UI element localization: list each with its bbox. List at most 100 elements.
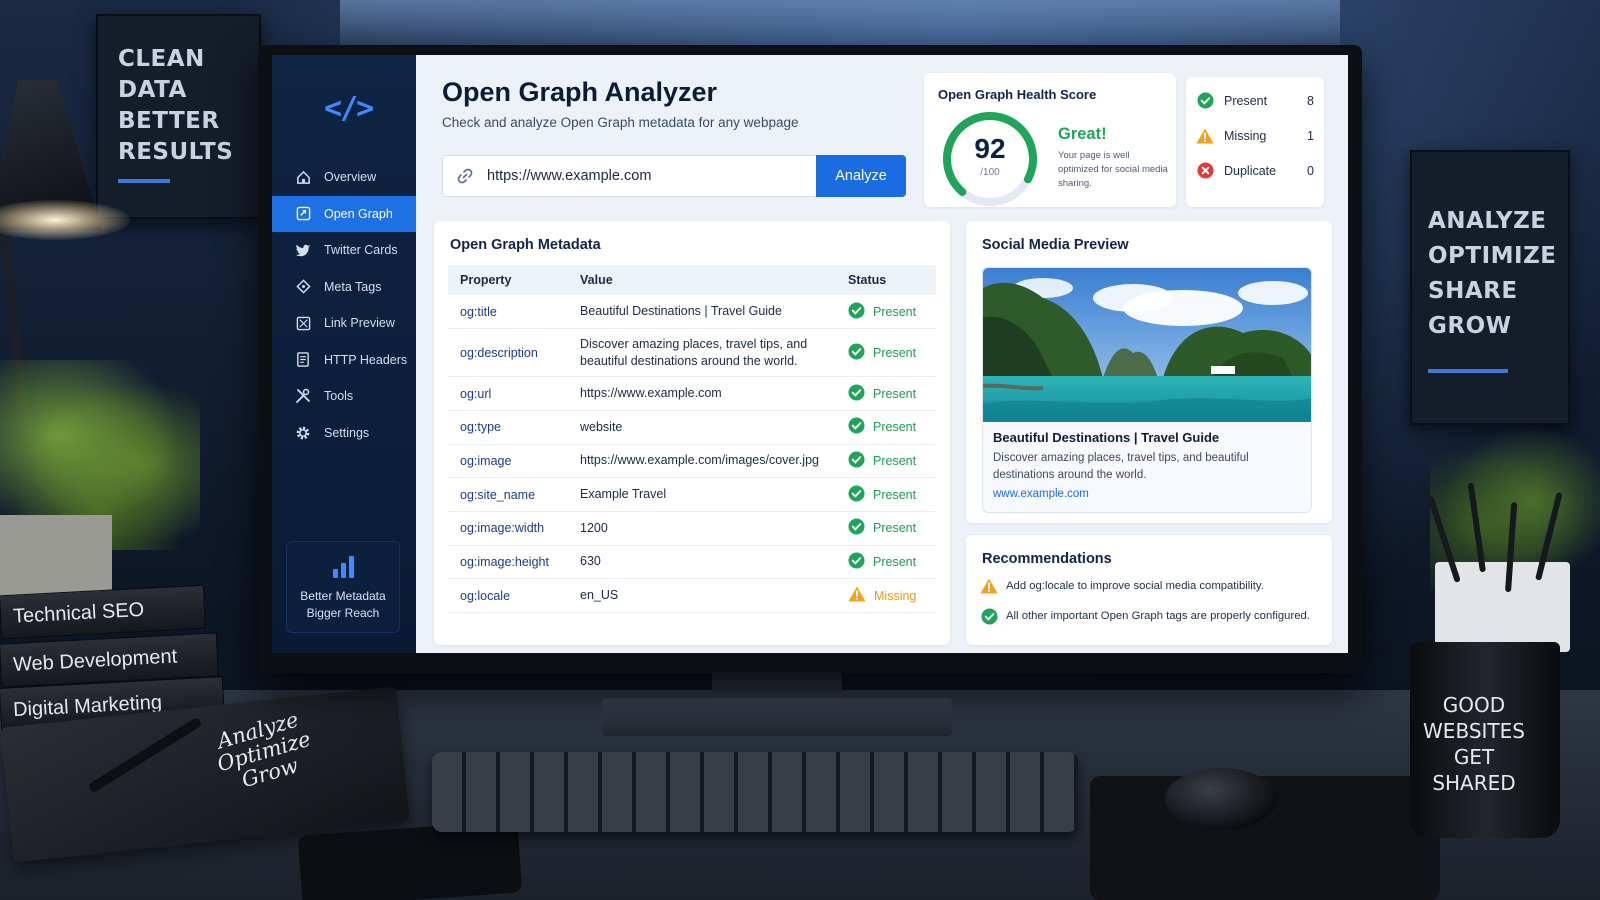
check-circle-icon [848, 343, 865, 363]
status-badge: Present [848, 552, 936, 572]
recommendation-text: All other important Open Graph tags are … [1006, 610, 1310, 622]
column-header-property[interactable]: Property [448, 265, 568, 295]
stat-label: Missing [1224, 128, 1267, 143]
sidebar-item-http-headers[interactable]: HTTP Headers [272, 342, 416, 379]
table-row[interactable]: og:image:width 1200 Present [448, 511, 936, 546]
status-cell: Present [836, 511, 936, 546]
recommendations-card: Recommendations Add og:locale to improve… [966, 535, 1332, 645]
property-cell: og:description [448, 328, 568, 378]
sidebar-item-overview[interactable]: Overview [272, 159, 416, 196]
health-verdict-description: Your page is well optimized for social m… [1058, 150, 1168, 189]
app-window: </> Overview Open Graph Twitter Cards Me… [272, 55, 1348, 653]
value-cell: 1200 [568, 511, 836, 546]
value-cell: https://www.example.com/images/cover.jpg [568, 444, 836, 479]
metadata-table: Property Value Status og:title Beautiful … [448, 265, 936, 613]
recommendation-item: All other important Open Graph tags are … [980, 607, 1310, 625]
sidebar-item-link-preview[interactable]: Link Preview [272, 305, 416, 342]
metadata-card: Open Graph Metadata Property Value Statu… [434, 221, 950, 645]
column-header-value[interactable]: Value [568, 265, 836, 295]
poster-left-accent [118, 179, 170, 183]
status-text: Present [873, 420, 917, 435]
gear-icon [294, 424, 312, 442]
stat-label: Present [1224, 93, 1268, 108]
analyze-button[interactable]: Analyze [816, 155, 906, 197]
social-preview-title: Social Media Preview [982, 237, 1129, 253]
recommendation-item: Add og:locale to improve social media co… [980, 577, 1264, 595]
link-preview-card[interactable]: Beautiful Destinations | Travel Guide Di… [982, 267, 1312, 513]
sidebar-item-label: Meta Tags [324, 279, 382, 294]
status-cell: Missing [836, 578, 936, 613]
property-cell: og:title [448, 295, 568, 330]
value-cell: en_US [568, 578, 836, 613]
error-circle-icon [1196, 162, 1214, 180]
sidebar-item-label: Overview [324, 170, 377, 185]
property-cell: og:image:height [448, 545, 568, 580]
home-icon [294, 168, 312, 186]
bar-chart-icon [287, 556, 399, 578]
table-row[interactable]: og:site_name Example Travel Present [448, 477, 936, 512]
status-text: Present [873, 453, 917, 468]
preview-card-url[interactable]: www.example.com [993, 488, 1089, 500]
preview-card-title: Beautiful Destinations | Travel Guide [993, 430, 1220, 445]
status-badge: Present [848, 417, 936, 437]
status-text: Present [873, 554, 917, 569]
property-cell: og:url [448, 376, 568, 411]
value-cell: 630 [568, 545, 836, 580]
status-badge: Missing [848, 586, 936, 605]
monitor-stand-base [602, 698, 952, 736]
preview-image [983, 268, 1311, 422]
sidebar-item-tools[interactable]: Tools [272, 378, 416, 415]
coffee-mug: GOOD WEBSITES GET SHARED [1410, 642, 1560, 838]
table-row[interactable]: og:title Beautiful Destinations | Travel … [448, 295, 936, 330]
warning-icon [1196, 127, 1214, 145]
page-subtitle: Check and analyze Open Graph metadata fo… [442, 115, 799, 130]
table-row[interactable]: og:image https://www.example.com/images/c… [448, 444, 936, 479]
value-cell: Discover amazing places, travel tips, an… [568, 328, 836, 378]
table-row[interactable]: og:url https://www.example.com Present [448, 376, 936, 411]
check-circle-icon [848, 302, 865, 322]
check-circle-icon [980, 607, 998, 625]
sidebar-item-label: Settings [324, 425, 370, 440]
stat-missing: Missing 1 [1196, 118, 1314, 153]
column-header-status[interactable]: Status [836, 265, 936, 295]
property-cell: og:type [448, 410, 568, 445]
status-text: Present [873, 386, 917, 401]
table-row[interactable]: og:description Discover amazing places, t… [448, 328, 936, 378]
health-score-max: /100 [980, 167, 1000, 178]
table-row[interactable]: og:type website Present [448, 410, 936, 445]
check-circle-icon [848, 417, 865, 437]
sidebar-nav: Overview Open Graph Twitter Cards Meta T… [272, 159, 416, 451]
table-header-row: Property Value Status [448, 265, 936, 295]
app-logo[interactable]: </> [324, 91, 374, 126]
twitter-icon [294, 241, 312, 259]
health-score-card: Open Graph Health Score 92 /100 Great! Y… [924, 73, 1176, 207]
check-circle-icon [848, 485, 865, 505]
status-text: Missing [874, 588, 917, 603]
sidebar-item-meta-tags[interactable]: Meta Tags [272, 269, 416, 306]
recommendation-text: Add og:locale to improve social media co… [1006, 580, 1264, 592]
check-circle-icon [1196, 92, 1214, 110]
value-cell: website [568, 410, 836, 445]
sidebar-item-open-graph[interactable]: Open Graph [272, 195, 416, 232]
status-cell: Present [836, 444, 936, 479]
stat-count: 8 [1307, 93, 1314, 108]
table-row[interactable]: og:locale en_US Missing [448, 578, 936, 613]
tag-summary-card: Present 8 Missing 1 Duplicate 0 [1186, 77, 1324, 207]
document-icon [294, 351, 312, 369]
preview-card-description: Discover amazing places, travel tips, an… [993, 452, 1249, 481]
page-title: Open Graph Analyzer [442, 77, 718, 107]
url-input[interactable] [487, 168, 817, 184]
value-cell: https://www.example.com [568, 376, 836, 411]
sidebar-item-settings[interactable]: Settings [272, 415, 416, 452]
health-score-title: Open Graph Health Score [938, 87, 1097, 102]
status-text: Present [873, 521, 917, 536]
status-text: Present [873, 345, 917, 360]
sidebar-item-twitter-cards[interactable]: Twitter Cards [272, 232, 416, 269]
property-cell: og:site_name [448, 477, 568, 512]
value-cell: Example Travel [568, 477, 836, 512]
main-content: Open Graph Analyzer Check and analyze Op… [416, 55, 1348, 653]
sidebar-item-label: HTTP Headers [324, 352, 408, 367]
table-row[interactable]: og:image:height 630 Present [448, 545, 936, 580]
poster-right: ANALYZE OPTIMIZE SHARE GROW [1410, 150, 1570, 425]
sidebar-item-label: Link Preview [324, 316, 395, 331]
